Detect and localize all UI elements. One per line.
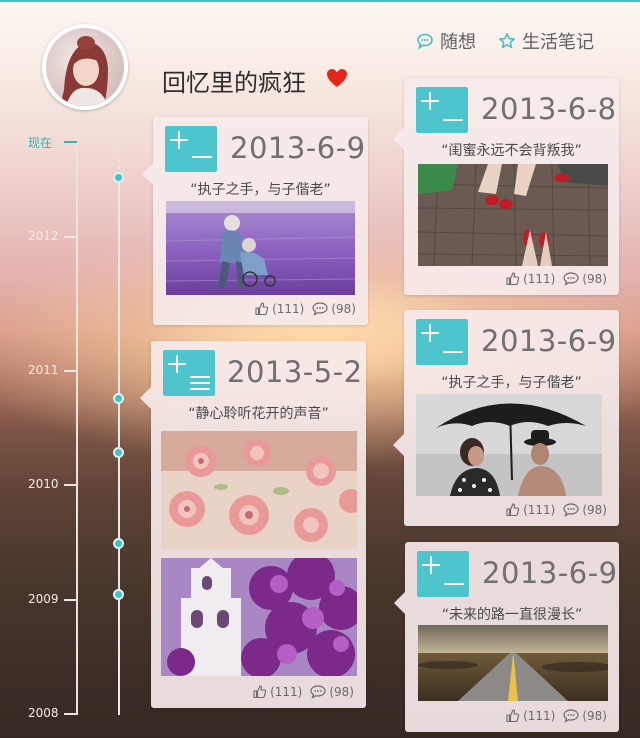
post-quote: “未来的路一直很漫长” [441, 607, 583, 623]
post-stats: (111) (98) [505, 271, 607, 286]
comments-count: (98) [582, 502, 607, 517]
post-card[interactable]: 2013-6-9 “执子之手，与子偕老” (111) (98) [142, 117, 368, 325]
year-tick-now [64, 141, 77, 143]
timeline-dot[interactable] [113, 589, 124, 600]
likes-count: (111) [272, 301, 305, 316]
comments-count: (98) [329, 684, 354, 699]
timeline-dot[interactable] [113, 447, 124, 458]
year-label-2012[interactable]: 2012 [28, 229, 59, 243]
date-tile-icon [417, 551, 469, 597]
post-date: 2013-6-9 [482, 556, 618, 590]
post-quote: “闺蜜永远不会背叛我” [441, 143, 582, 159]
year-label-now[interactable]: 现在 [28, 134, 52, 151]
comment-icon[interactable] [310, 684, 326, 699]
post-quote: “执子之手，与子偕老” [441, 375, 582, 391]
thumbs-up-icon[interactable] [505, 708, 520, 723]
comments-count: (98) [582, 708, 607, 723]
nav-thoughts-label: 随想 [440, 32, 476, 53]
post-stats: (111) (98) [505, 502, 607, 517]
page-title: 回忆里的疯狂 [162, 69, 306, 97]
comments-count: (98) [582, 271, 607, 286]
year-tick [64, 370, 77, 372]
thumbs-up-icon[interactable] [505, 502, 520, 517]
post-card[interactable]: 2013-6-8 “闺蜜永远不会背叛我” (111) (98) [393, 78, 619, 295]
date-tile-icon [416, 319, 468, 365]
heart-icon [327, 69, 347, 87]
post-stats: (111) (98) [254, 301, 356, 316]
likes-count: (111) [270, 684, 303, 699]
post-rail-dashed [118, 130, 120, 176]
post-date: 2013-6-8 [481, 92, 617, 126]
post-photo[interactable] [161, 558, 357, 676]
year-label-2008[interactable]: 2008 [28, 706, 59, 720]
timeline-dot[interactable] [113, 538, 124, 549]
date-tile-icon [163, 350, 215, 396]
thumbs-up-icon[interactable] [505, 271, 520, 286]
likes-count: (111) [523, 502, 556, 517]
post-photo[interactable] [418, 625, 608, 701]
post-date: 2013-6-9 [230, 131, 366, 165]
year-tick [64, 713, 77, 715]
post-photo[interactable] [418, 164, 608, 266]
profile-avatar[interactable] [42, 24, 128, 110]
year-label-2010[interactable]: 2010 [28, 477, 59, 491]
timeline-dot[interactable] [113, 393, 124, 404]
post-card[interactable]: 2013-5-2 “静心聆听花开的声音” (111) (98) [140, 341, 366, 708]
thumbs-up-icon[interactable] [254, 301, 269, 316]
star-icon [499, 33, 515, 49]
post-quote: “执子之手，与子偕老” [190, 182, 331, 198]
comment-icon[interactable] [563, 502, 579, 517]
post-photo[interactable] [416, 394, 602, 496]
post-photo[interactable] [166, 201, 355, 295]
year-label-2011[interactable]: 2011 [28, 363, 59, 377]
post-quote: “静心聆听花开的声音” [188, 406, 329, 422]
year-tick [64, 484, 77, 486]
likes-count: (111) [523, 708, 556, 723]
nav-thoughts[interactable]: 随想 [416, 28, 476, 54]
thumbs-up-icon[interactable] [252, 684, 267, 699]
comment-icon[interactable] [563, 708, 579, 723]
nav-life-notes[interactable]: 生活笔记 [498, 28, 594, 54]
post-date: 2013-5-2 [227, 355, 363, 389]
likes-count: (111) [523, 271, 556, 286]
post-card[interactable]: 2013-6-9 “未来的路一直很漫长” (111) (98) [394, 542, 619, 732]
post-stats: (111) (98) [505, 708, 607, 723]
date-tile-icon [165, 126, 217, 172]
post-photo[interactable] [161, 431, 357, 549]
year-axis [76, 130, 78, 715]
year-label-2009[interactable]: 2009 [28, 592, 59, 606]
nav-life-notes-label: 生活笔记 [522, 32, 594, 53]
comment-icon[interactable] [563, 271, 579, 286]
date-tile-icon [416, 87, 468, 133]
post-date: 2013-6-9 [481, 324, 617, 358]
top-accent-line [0, 0, 640, 2]
comment-icon[interactable] [312, 301, 328, 316]
post-rail [118, 176, 120, 715]
speech-bubble-icon [417, 33, 433, 50]
comments-count: (98) [331, 301, 356, 316]
year-tick [64, 236, 77, 238]
year-tick [64, 599, 77, 601]
timeline-dot[interactable] [113, 172, 124, 183]
post-stats: (111) (98) [252, 684, 354, 699]
post-card[interactable]: 2013-6-9 “执子之手，与子偕老” (111) (98) [393, 310, 619, 526]
